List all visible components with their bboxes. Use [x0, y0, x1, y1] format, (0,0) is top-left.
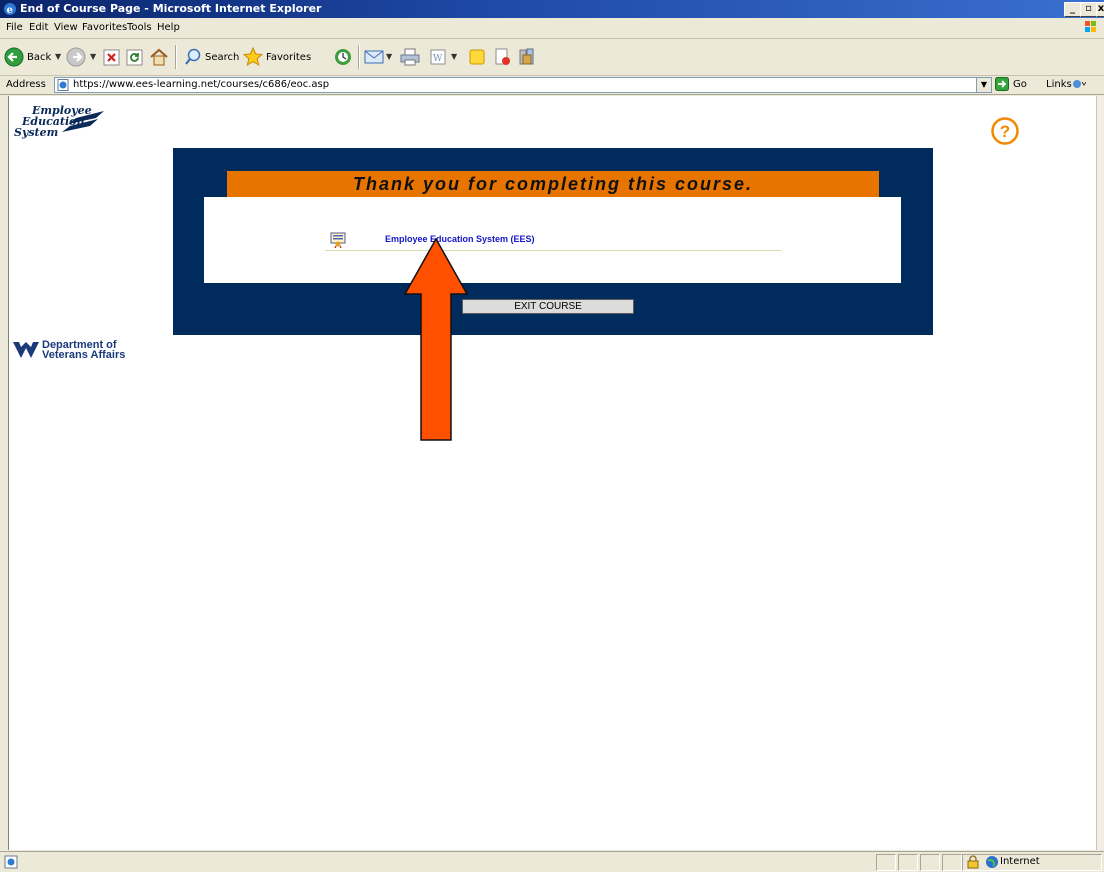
- maximize-button[interactable]: ▫: [1080, 2, 1097, 17]
- address-label: Address: [6, 79, 46, 90]
- address-input[interactable]: https://www.ees-learning.net/courses/c68…: [54, 77, 978, 93]
- ees-logo: Employee Education System: [14, 104, 106, 144]
- certificate-icon[interactable]: [330, 232, 346, 248]
- menu-edit[interactable]: Edit: [29, 22, 48, 33]
- divider-line: [325, 250, 781, 251]
- search-icon[interactable]: [184, 48, 202, 66]
- status-bar: Internet: [0, 851, 1104, 872]
- toolbar-separator: [358, 45, 359, 69]
- ees-swoosh-icon: [62, 111, 104, 132]
- zone-label: Internet: [1000, 856, 1040, 867]
- menu-file[interactable]: File: [6, 22, 23, 33]
- course-content-box: [204, 197, 901, 283]
- home-icon[interactable]: [149, 48, 169, 66]
- page-icon: [57, 79, 69, 91]
- address-bar: Address https://www.ees-learning.net/cou…: [0, 76, 1104, 95]
- research-icon[interactable]: [493, 48, 511, 66]
- lock-icon[interactable]: [966, 855, 980, 869]
- completion-banner: Thank you for completing this course.: [227, 171, 879, 197]
- va-seal-icon: [13, 342, 39, 358]
- address-url[interactable]: https://www.ees-learning.net/courses/c68…: [73, 79, 329, 90]
- windows-flag-icon: [1085, 21, 1096, 32]
- status-cell: [920, 854, 940, 871]
- up-arrow-annotation: [404, 238, 468, 441]
- history-icon[interactable]: [334, 48, 352, 66]
- svg-text:e: e: [7, 5, 13, 16]
- logo-line-system: System: [14, 126, 59, 139]
- stop-icon[interactable]: [103, 49, 120, 66]
- va-line-2: Veterans Affairs: [42, 349, 126, 361]
- back-button-label[interactable]: Back: [27, 52, 51, 63]
- vertical-scrollbar[interactable]: [1096, 96, 1104, 850]
- minimize-button[interactable]: _: [1064, 2, 1081, 17]
- window-title: End of Course Page - Microsoft Internet …: [20, 2, 322, 15]
- forward-dropdown-icon[interactable]: ▼: [90, 52, 96, 61]
- search-button-label[interactable]: Search: [205, 52, 239, 63]
- menu-help[interactable]: Help: [157, 22, 180, 33]
- favorites-star-icon[interactable]: [243, 47, 263, 67]
- toolbar: Back ▼ ▼ Search Favorites ▼ W ▼: [0, 39, 1104, 76]
- menu-favorites[interactable]: Favorites: [82, 22, 127, 33]
- refresh-icon[interactable]: [126, 49, 143, 66]
- favorites-button-label[interactable]: Favorites: [266, 52, 311, 63]
- status-cell: [898, 854, 918, 871]
- links-button[interactable]: Links: [1046, 79, 1072, 90]
- mail-dropdown-icon[interactable]: ▼: [386, 52, 392, 61]
- va-logo: Department of Veterans Affairs: [12, 338, 132, 364]
- help-glyph: ?: [1000, 122, 1010, 141]
- links-chevron-icon[interactable]: [1072, 77, 1086, 91]
- messenger-icon[interactable]: [517, 47, 537, 67]
- back-dropdown-icon[interactable]: ▼: [55, 52, 61, 61]
- print-icon[interactable]: [400, 48, 420, 66]
- forward-arrow-icon[interactable]: [66, 47, 86, 67]
- edit-dropdown-icon[interactable]: ▼: [451, 52, 457, 61]
- page-status-icon: [4, 855, 18, 869]
- status-cell: [876, 854, 896, 871]
- exit-course-button[interactable]: EXIT COURSE: [462, 299, 634, 314]
- go-button[interactable]: Go: [1013, 79, 1027, 90]
- mail-icon[interactable]: [364, 49, 384, 65]
- close-button[interactable]: x: [1096, 2, 1104, 17]
- note-icon[interactable]: [468, 48, 486, 66]
- address-dropdown-icon[interactable]: ▼: [976, 77, 992, 93]
- menu-tools[interactable]: Tools: [127, 22, 152, 33]
- ie-logo-icon: e: [4, 3, 16, 16]
- svg-text:W: W: [433, 54, 443, 64]
- menu-bar: File Edit View Favorites Tools Help: [0, 18, 1104, 39]
- internet-globe-icon: [986, 856, 998, 868]
- go-arrow-icon[interactable]: [995, 77, 1009, 91]
- back-arrow-icon[interactable]: [4, 47, 24, 67]
- status-cell: [942, 854, 962, 871]
- toolbar-separator: [175, 45, 176, 69]
- menu-view[interactable]: View: [54, 22, 78, 33]
- word-edit-icon[interactable]: W: [430, 49, 446, 65]
- help-icon[interactable]: ?: [990, 116, 1020, 146]
- window-title-bar: e End of Course Page - Microsoft Interne…: [0, 0, 1104, 18]
